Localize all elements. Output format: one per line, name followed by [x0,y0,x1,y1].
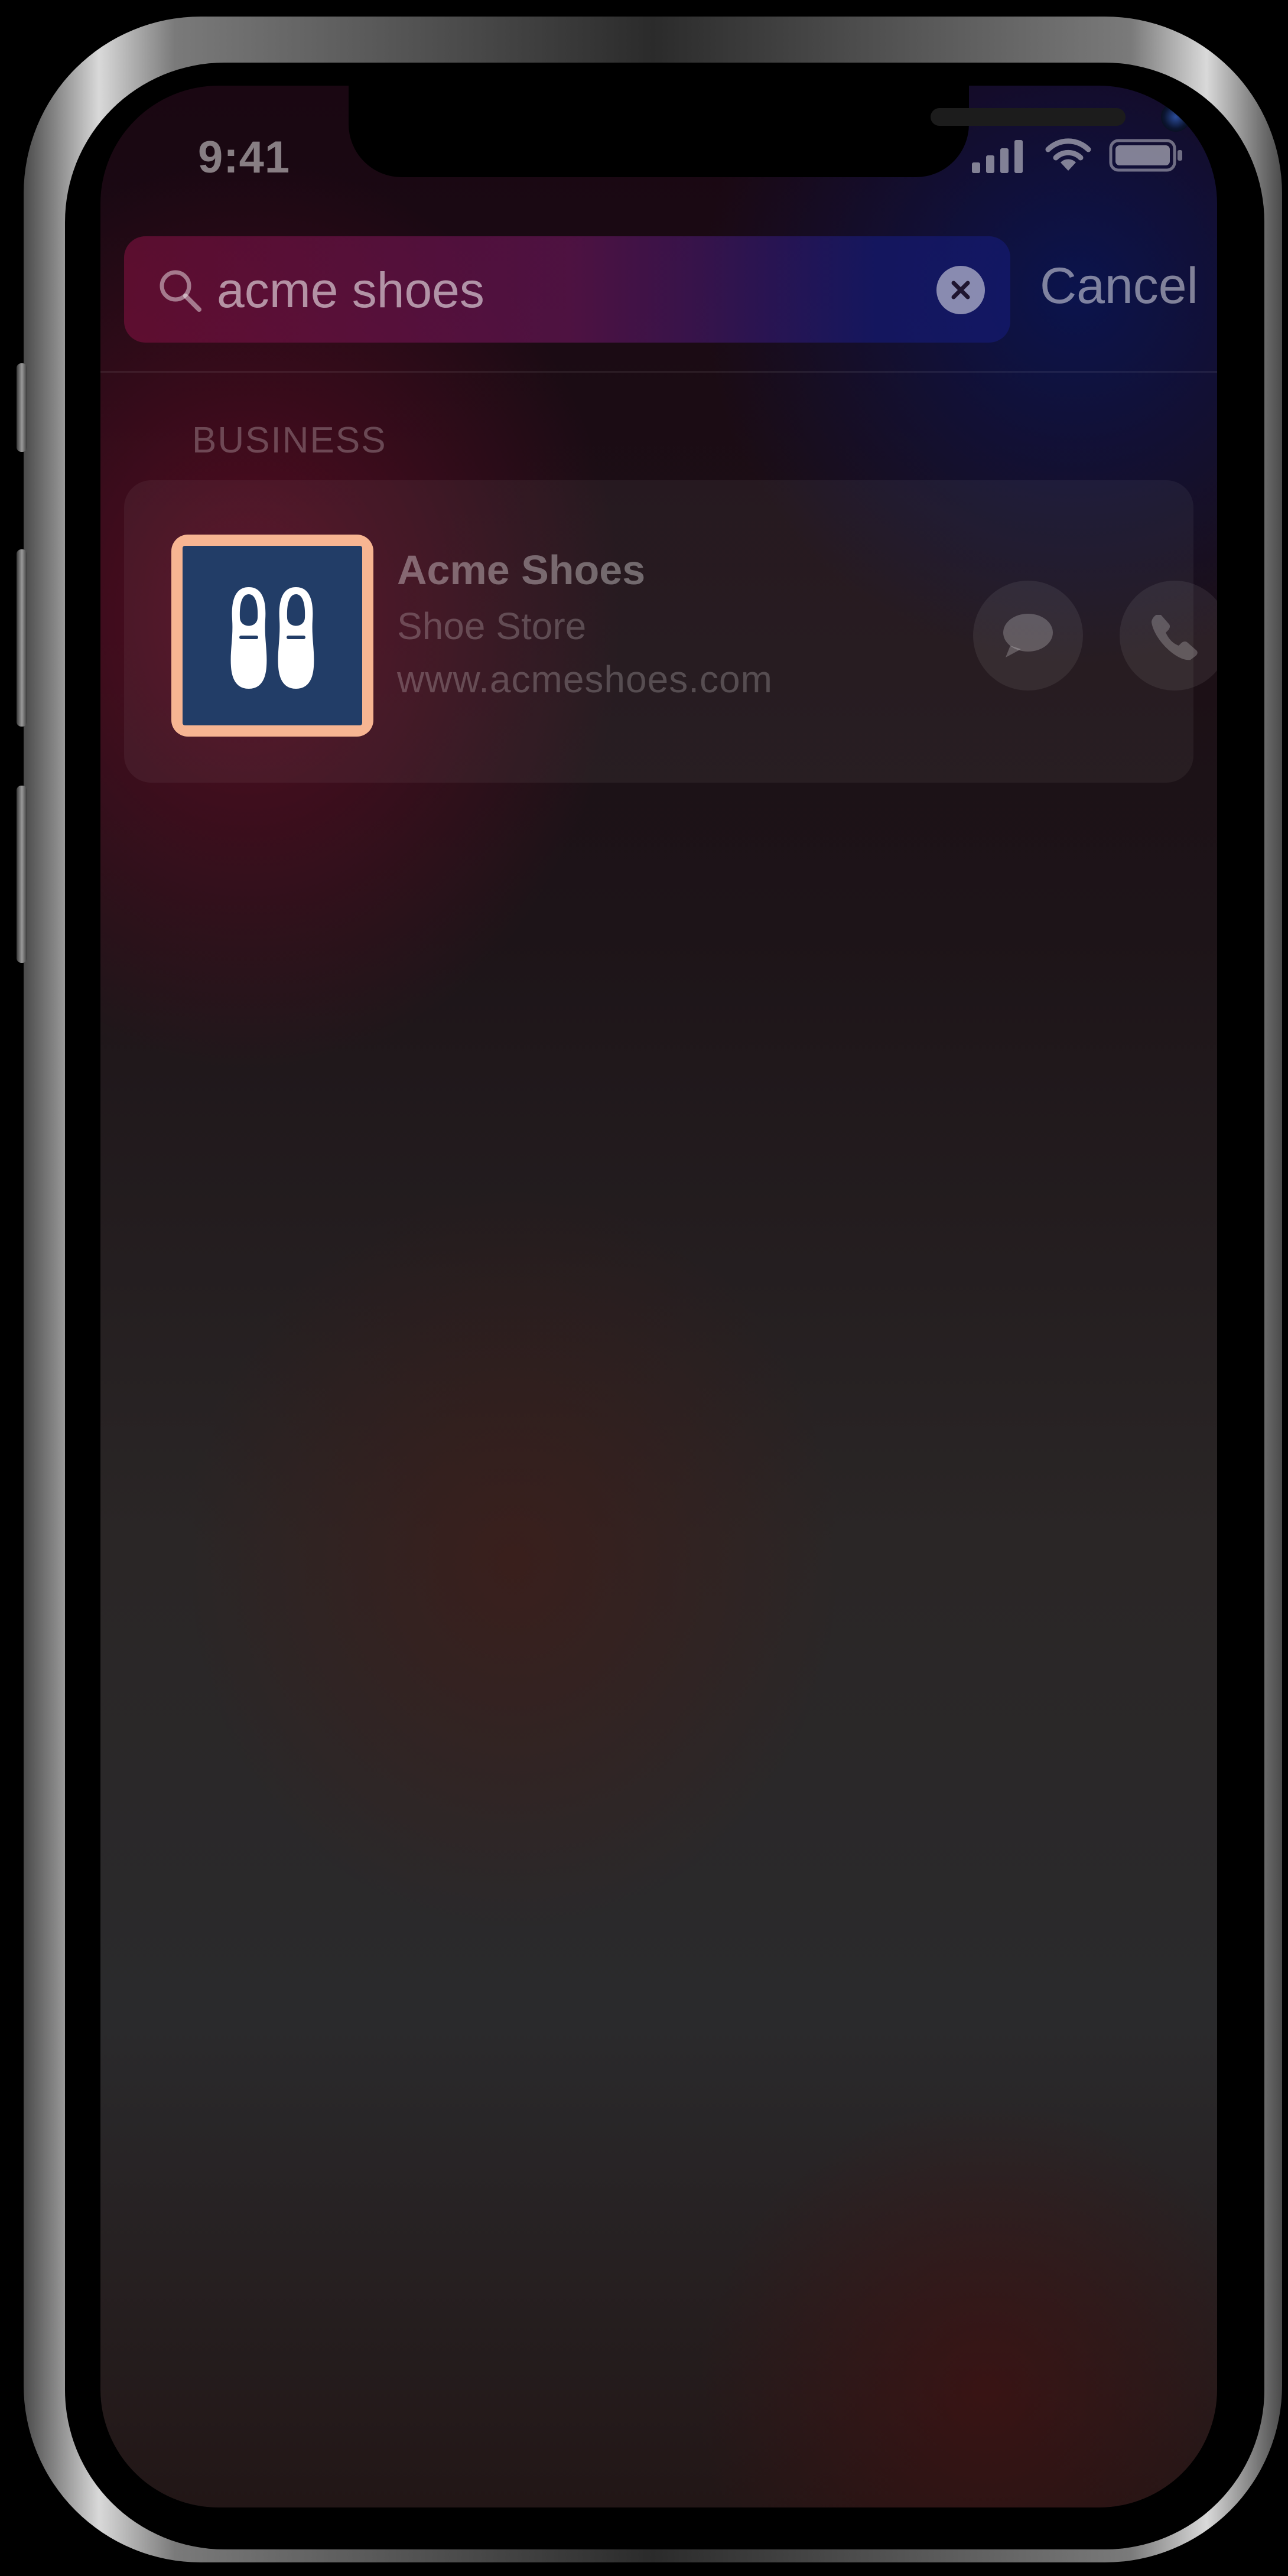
cellular-signal-icon [972,138,1031,173]
message-button[interactable] [973,581,1083,691]
screen: 9:41 acme shoes Cancel BUSINESS Acme Sho… [100,86,1217,2507]
search-input[interactable] [216,251,927,329]
phone-icon [1152,615,1198,660]
status-time: 9:41 [198,132,291,183]
call-button[interactable] [1120,581,1217,691]
silent-switch [17,363,27,452]
section-header-business: BUSINESS [192,420,387,461]
shoes-icon [230,587,314,689]
speaker [931,108,1126,126]
business-app-icon[interactable] [183,546,362,725]
search-icon [160,270,201,312]
front-camera [1161,102,1191,132]
clear-icon [951,281,970,299]
cancel-button[interactable]: Cancel [1040,257,1198,315]
volume-down-button [17,786,27,963]
message-icon [1003,614,1053,657]
business-category: Shoe Store [397,605,587,647]
battery-icon [1109,139,1182,172]
search-field[interactable] [124,236,1010,343]
notch [349,86,1191,177]
app-icon-highlight [171,535,373,737]
wifi-icon [1045,138,1091,171]
business-result-card[interactable]: Acme Shoes Shoe Store www.acmeshoes.com [124,480,1217,783]
clear-search-button[interactable] [936,266,985,314]
volume-up-button [17,549,27,727]
business-url[interactable]: www.acmeshoes.com [397,657,773,701]
divider [100,371,1217,373]
business-name: Acme Shoes [397,547,646,593]
